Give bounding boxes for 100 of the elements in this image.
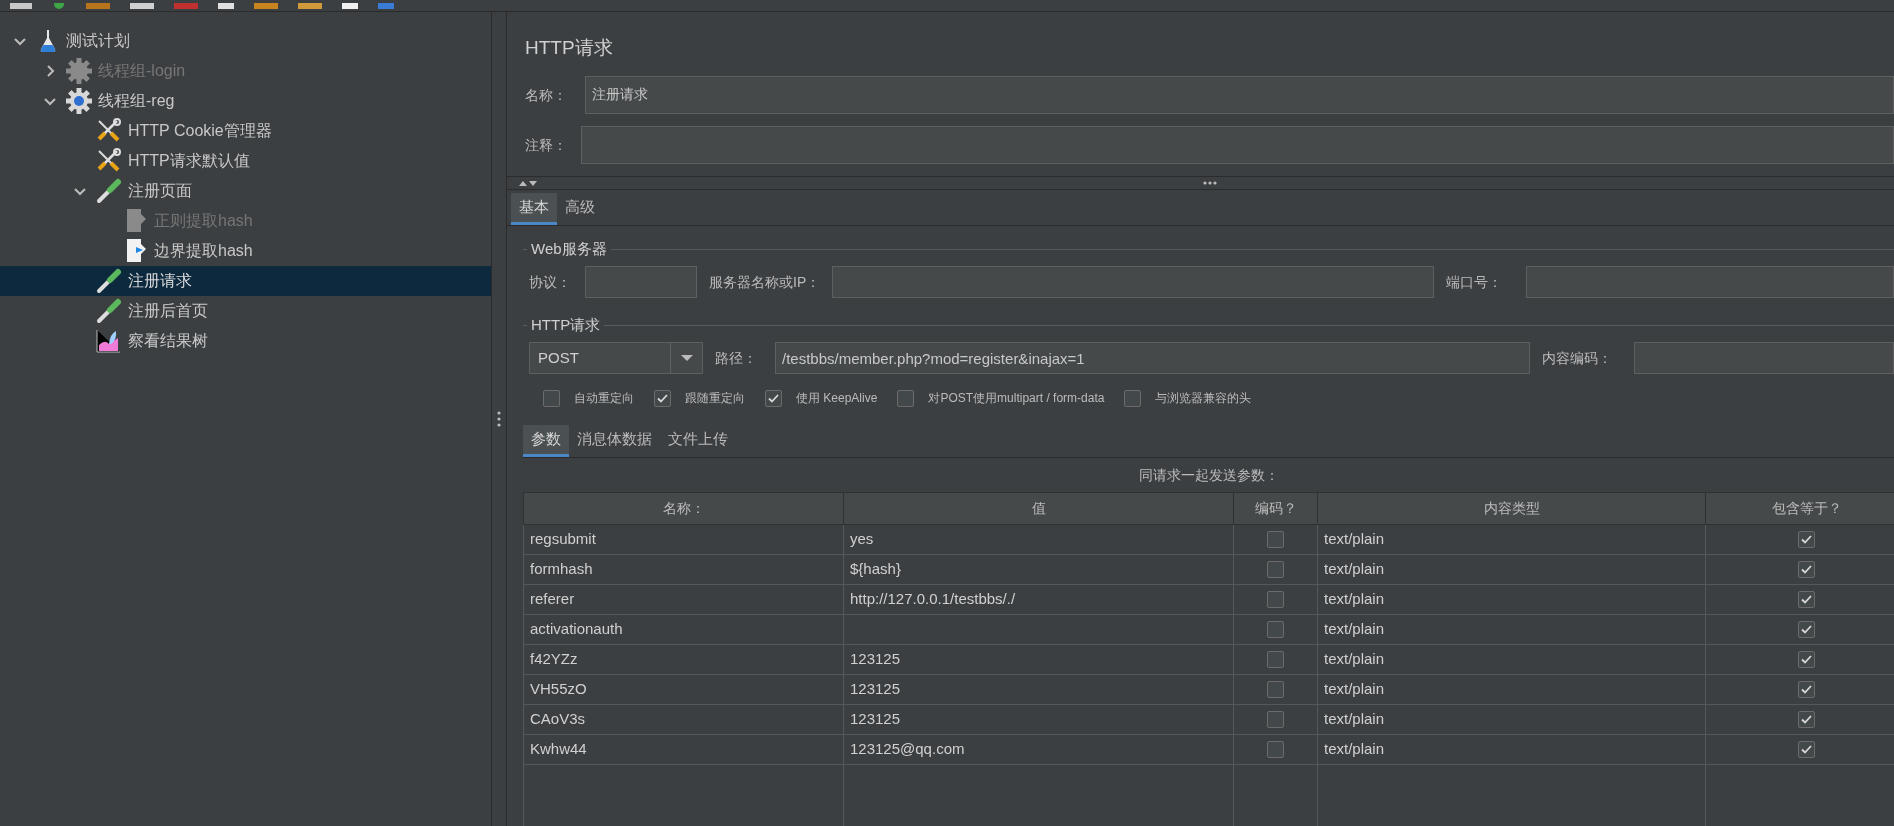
checkbox[interactable] <box>1798 621 1815 638</box>
checkbox[interactable] <box>897 389 915 407</box>
path-field[interactable]: /testbbs/member.php?mod=register&inajax=1 <box>775 342 1530 374</box>
table-cell: http://127.0.0.1/testbbs/./ <box>843 584 1234 615</box>
tree-item-label[interactable]: 察看结果树 <box>128 329 208 353</box>
column-header[interactable]: 包含等于？ <box>1705 492 1894 525</box>
caret-icon <box>680 355 693 361</box>
check-icon <box>1801 745 1812 754</box>
option-label: 与浏览器兼容的头 <box>1155 390 1252 407</box>
table-caption: 同请求一起发送参数： <box>1137 465 1280 485</box>
table-cell: text/plain <box>1317 524 1706 555</box>
splitter-handle-icon[interactable] <box>1202 181 1217 185</box>
column-header[interactable]: 编码？ <box>1233 492 1318 525</box>
table-cell: Kwhw44 <box>523 734 844 765</box>
encoding-field[interactable] <box>1634 342 1894 374</box>
check-icon <box>1801 715 1812 724</box>
table-cell: 123125@qq.com <box>843 734 1234 765</box>
tree-item-label[interactable]: 注册请求 <box>128 269 192 293</box>
collapse-arrows-icon[interactable] <box>519 178 537 188</box>
field-label: 协议： <box>529 272 572 292</box>
column-header[interactable]: 内容类型 <box>1317 492 1706 525</box>
tree-item-label[interactable]: 边界提取hash <box>154 239 253 263</box>
checkbox[interactable] <box>1267 591 1284 608</box>
splitter-handle-icon[interactable] <box>497 411 501 427</box>
column-header[interactable]: 名称： <box>523 492 844 525</box>
table-cell: text/plain <box>1317 614 1706 645</box>
table-cell: ${hash} <box>843 554 1234 585</box>
name-field[interactable]: 注册请求 <box>585 76 1894 114</box>
pipette-icon <box>96 178 122 204</box>
pipette-icon <box>96 298 122 324</box>
tab[interactable]: 参数 <box>523 425 569 457</box>
table-cell: 123125 <box>843 674 1234 705</box>
tab[interactable]: 消息体数据 <box>569 425 660 457</box>
section-title: HTTP请求 <box>531 314 601 335</box>
table-cell: referer <box>523 584 844 615</box>
check-icon <box>1801 625 1812 634</box>
checkbox[interactable] <box>1798 561 1815 578</box>
checkbox[interactable] <box>1124 389 1142 407</box>
checkbox[interactable] <box>765 389 782 407</box>
server-field[interactable] <box>832 266 1435 298</box>
checkbox[interactable] <box>1798 531 1815 548</box>
field-label: 名称： <box>525 85 568 105</box>
tab[interactable]: 高级 <box>557 193 603 225</box>
port-field[interactable] <box>1526 266 1894 298</box>
method-dropdown[interactable]: POST <box>529 342 703 374</box>
tree-item-label[interactable]: 测试计划 <box>66 29 130 53</box>
table-cell: text/plain <box>1317 584 1706 615</box>
protocol-field[interactable] <box>585 266 697 298</box>
field-label: 内容编码： <box>1542 348 1613 368</box>
tag-icon <box>126 208 148 234</box>
checkbox[interactable] <box>1798 591 1815 608</box>
check-icon <box>1801 535 1812 544</box>
table-cell: text/plain <box>1317 554 1706 585</box>
toolbar-icon[interactable] <box>298 3 322 11</box>
checkbox[interactable] <box>1267 711 1284 728</box>
checkbox[interactable] <box>543 389 560 407</box>
toolbar-icon[interactable] <box>342 3 358 11</box>
tab[interactable]: 基本 <box>511 193 557 225</box>
field-label: 路径： <box>715 348 758 368</box>
checkbox[interactable] <box>1798 711 1815 728</box>
check-icon <box>1801 655 1812 664</box>
check-icon <box>1801 595 1812 604</box>
column-header[interactable]: 值 <box>843 492 1234 525</box>
table-cell: regsubmit <box>523 524 844 555</box>
tree-item-label[interactable]: HTTP Cookie管理器 <box>128 119 272 143</box>
checkbox[interactable] <box>1798 651 1815 668</box>
page-arrow-icon <box>126 238 148 264</box>
toolbar-icon[interactable] <box>218 3 234 11</box>
checkbox[interactable] <box>1267 741 1284 758</box>
check-icon <box>1801 565 1812 574</box>
table-cell: VH55zO <box>523 674 844 705</box>
toolbar-icon[interactable] <box>10 3 32 11</box>
checkbox[interactable] <box>654 389 671 407</box>
field-label: 端口号： <box>1446 272 1504 292</box>
section-title: Web服务器 <box>531 238 607 259</box>
option-label: 自动重定向 <box>574 390 634 407</box>
table-cell: text/plain <box>1317 674 1706 705</box>
check-icon <box>657 393 668 403</box>
tree-item-label[interactable]: 注册后首页 <box>128 299 208 323</box>
checkbox[interactable] <box>1798 681 1815 698</box>
checkbox[interactable] <box>1267 561 1284 578</box>
tab[interactable]: 文件上传 <box>660 425 736 457</box>
comment-field[interactable] <box>581 126 1894 164</box>
tools-icon <box>96 148 122 174</box>
checkbox[interactable] <box>1798 741 1815 758</box>
checkbox[interactable] <box>1267 621 1284 638</box>
field-label: 注释： <box>525 135 568 155</box>
toolbar-icon[interactable] <box>130 3 154 11</box>
table-cell: yes <box>843 524 1234 555</box>
checkbox[interactable] <box>1267 681 1284 698</box>
check-icon <box>768 393 779 403</box>
tree-item-label[interactable]: 注册页面 <box>128 179 192 203</box>
table-cell: activationauth <box>523 614 844 645</box>
check-icon <box>1801 685 1812 694</box>
checkbox[interactable] <box>1267 651 1284 668</box>
checkbox[interactable] <box>1267 531 1284 548</box>
pipette-icon <box>96 268 122 294</box>
tree-item-label[interactable]: 线程组-reg <box>98 89 175 113</box>
table-cell: 123125 <box>843 644 1234 675</box>
tree-item-label[interactable]: HTTP请求默认值 <box>128 149 250 173</box>
